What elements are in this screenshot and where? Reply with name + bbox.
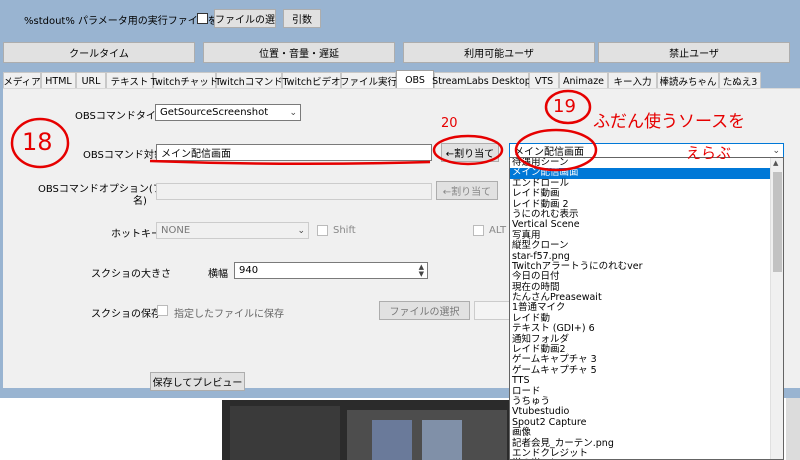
- tab-vts[interactable]: VTS: [529, 72, 559, 89]
- alt-checkbox: [473, 225, 484, 236]
- scrollbar-thumb[interactable]: [773, 172, 782, 272]
- mark-19: 19: [553, 96, 576, 117]
- source-combo[interactable]: メイン配信画面 ⌄: [509, 143, 784, 158]
- tab-twitch-chat[interactable]: Twitchチャット: [151, 72, 218, 89]
- desktop-background: [786, 398, 800, 460]
- assign-button[interactable]: ←割り当て: [441, 143, 499, 162]
- shift-checkbox: [317, 225, 328, 236]
- tab-obs[interactable]: OBS: [396, 70, 434, 89]
- top-file-select-button[interactable]: ファイルの選: [214, 9, 276, 28]
- spinner-arrows-icon[interactable]: ▲ ▼: [419, 263, 424, 278]
- command-type-label: OBSコマンドタイプ: [75, 111, 166, 122]
- alt-label: ALT: [489, 225, 507, 236]
- shift-label: Shift: [333, 225, 356, 236]
- option-label-line2: 名): [133, 196, 147, 207]
- source-dropdown-list[interactable]: 待遇用シーン メイン配信画面 エンドロール レイド動画 レイド動画 2 うにのれむ表示 Ve…: [509, 157, 784, 460]
- source-list-item[interactable]: レイド動画: [510, 188, 783, 199]
- mark-20: 20: [441, 116, 458, 131]
- cooltime-button[interactable]: クールタイム: [3, 42, 195, 63]
- file-path-field: [474, 301, 514, 320]
- tab-streamlabs[interactable]: StreamLabs Desktop: [432, 72, 531, 89]
- command-target-label: OBSコマンド対象: [83, 150, 164, 161]
- tab-bouyomi[interactable]: 棒読みちゃん: [657, 72, 719, 89]
- width-value: 940: [239, 265, 259, 276]
- source-list-item[interactable]: 画像: [510, 427, 783, 438]
- tab-html[interactable]: HTML: [41, 72, 76, 89]
- save-preview-button[interactable]: 保存してプレビュー: [150, 372, 245, 391]
- mark-18: 18: [22, 128, 53, 156]
- command-type-select[interactable]: GetSourceScreenshot ⌄: [155, 104, 301, 121]
- tab-text[interactable]: テキスト: [106, 72, 153, 89]
- tab-key-input[interactable]: キー入力: [608, 72, 657, 89]
- source-list-item[interactable]: ロード: [510, 386, 783, 397]
- chevron-down-icon: ⌄: [297, 225, 305, 236]
- banned-users-button[interactable]: 禁止ユーザ: [598, 42, 790, 63]
- chevron-down-icon: ⌄: [772, 145, 780, 156]
- assign-button-2: ←割り当て: [436, 181, 498, 200]
- source-list-item[interactable]: TTS: [510, 375, 783, 386]
- tab-url[interactable]: URL: [76, 72, 106, 89]
- position-volume-delay-button[interactable]: 位置・音量・遅延: [203, 42, 395, 63]
- handwritten-note-line1: ふだん使うソースを: [593, 112, 746, 132]
- hotkey-select: NONE ⌄: [156, 222, 309, 239]
- source-combo-value: メイン配信画面: [514, 147, 584, 158]
- width-label: 横幅: [208, 269, 228, 280]
- source-list-item[interactable]: 縦型クローン: [510, 240, 783, 251]
- handwritten-note-line2: えらぶ: [686, 144, 732, 162]
- tab-media[interactable]: メディア: [3, 72, 41, 89]
- tab-twitch-video[interactable]: Twitchビデオ: [282, 72, 341, 89]
- save-to-file-checkbox[interactable]: [157, 305, 168, 316]
- source-list-item[interactable]: 1普通マイク: [510, 303, 783, 314]
- command-type-value: GetSourceScreenshot: [160, 107, 269, 118]
- hotkey-value: NONE: [161, 225, 191, 236]
- tab-tanue3[interactable]: たぬえ3: [719, 72, 761, 89]
- allowed-users-button[interactable]: 利用可能ユーザ: [403, 42, 595, 63]
- source-list-item[interactable]: ゲームキャプチャ 5: [510, 365, 783, 376]
- hotkey-label: ホットキー: [111, 229, 161, 240]
- tab-file-exec[interactable]: ファイル実行: [340, 72, 397, 89]
- width-spinner[interactable]: 940 ▲ ▼: [234, 262, 428, 279]
- file-select-button: ファイルの選択: [379, 301, 470, 320]
- args-button[interactable]: 引数: [283, 9, 321, 28]
- tab-animaze[interactable]: Animaze: [559, 72, 608, 89]
- scroll-up-icon[interactable]: ▲: [773, 159, 778, 167]
- obs-preview-thumbnail: [222, 400, 512, 460]
- command-target-input[interactable]: メイン配信画面: [156, 144, 432, 161]
- scrollbar[interactable]: ▲: [770, 158, 783, 459]
- source-list-item[interactable]: Vertical Scene: [510, 219, 783, 230]
- screenshot-save-label: スクショの保存: [91, 309, 161, 320]
- chevron-down-icon: ⌄: [289, 107, 297, 118]
- screenshot-size-label: スクショの大きさ: [91, 269, 171, 280]
- tab-twitch-command[interactable]: Twitchコマンド: [215, 72, 283, 89]
- option-input: [156, 183, 432, 200]
- save-to-file-label: 指定したファイルに保存: [174, 309, 284, 320]
- source-list-item[interactable]: Spout2 Capture: [510, 417, 783, 428]
- stdout-checkbox[interactable]: [197, 13, 208, 24]
